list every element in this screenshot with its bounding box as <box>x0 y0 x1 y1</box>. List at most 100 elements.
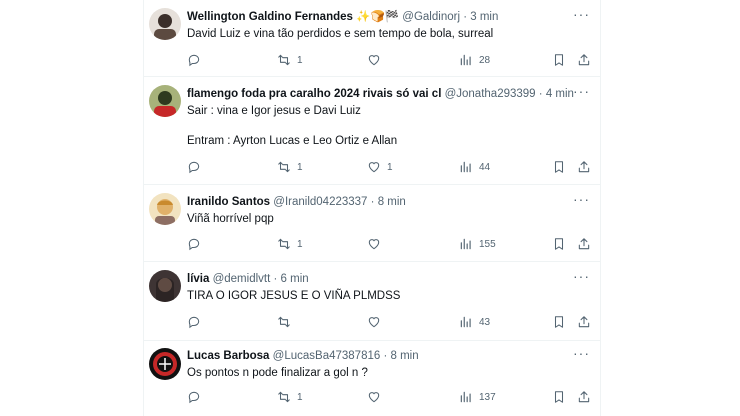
bookmark-icon <box>554 316 564 328</box>
reply-icon <box>188 391 200 404</box>
reply-icon <box>188 238 200 251</box>
more-icon[interactable]: ··· <box>573 345 590 361</box>
tweet[interactable]: Wellington Galdino Fernandes ✨🍞🏁 @Galdin… <box>144 0 600 77</box>
retweet-button[interactable] <box>277 314 297 330</box>
author-handle[interactable]: @Galdinorj <box>402 11 460 23</box>
retweet-icon <box>278 391 290 403</box>
author-name[interactable]: flamengo foda pra caralho 2024 rivais só… <box>187 88 441 100</box>
separator-dot: · <box>383 350 388 362</box>
views-button[interactable]: 28 <box>459 52 490 68</box>
tweet-header: Wellington Galdino Fernandes ✨🍞🏁 @Galdin… <box>187 10 498 24</box>
views-count: 155 <box>479 238 496 250</box>
action-bar: 43 <box>187 314 597 330</box>
bookmark-button[interactable] <box>552 389 566 405</box>
avatar[interactable] <box>149 85 181 117</box>
like-button[interactable] <box>367 236 387 252</box>
more-icon[interactable]: ··· <box>573 191 590 207</box>
share-icon <box>578 238 590 250</box>
author-handle[interactable]: @Iranild04223337 <box>273 196 367 208</box>
tweet-header: flamengo foda pra caralho 2024 rivais só… <box>187 87 574 101</box>
author-name[interactable]: Wellington Galdino Fernandes <box>187 11 353 23</box>
reply-button[interactable] <box>187 159 201 175</box>
retweet-icon <box>278 54 290 66</box>
reply-button[interactable] <box>187 314 201 330</box>
tweet-header: Lucas Barbosa @LucasBa47387816 · 8 min <box>187 349 419 363</box>
retweet-button[interactable]: 1 <box>277 159 303 175</box>
views-button[interactable]: 155 <box>459 236 496 252</box>
tweet[interactable]: lívia @demidlvtt · 6 min ··· TIRA O IGOR… <box>144 262 600 341</box>
timestamp[interactable]: 8 min <box>391 350 419 362</box>
author-handle[interactable]: @LucasBa47387816 <box>273 350 381 362</box>
views-count: 44 <box>479 161 491 173</box>
retweet-icon <box>278 316 290 328</box>
timestamp[interactable]: 6 min <box>281 273 309 285</box>
author-name[interactable]: Lucas Barbosa <box>187 350 269 362</box>
tweet-text: David Luiz e vina tão perdidos e sem tem… <box>187 28 494 40</box>
bookmark-icon <box>554 161 564 173</box>
timeline-feed: Wellington Galdino Fernandes ✨🍞🏁 @Galdin… <box>143 0 601 416</box>
bookmark-button[interactable] <box>552 52 566 68</box>
tweet[interactable]: Lucas Barbosa @LucasBa47387816 · 8 min ·… <box>144 341 600 416</box>
avatar[interactable] <box>149 193 181 225</box>
tweet-text: TIRA O IGOR JESUS E O VIÑA PLMDSS <box>187 290 401 302</box>
bookmark-button[interactable] <box>552 314 566 330</box>
retweet-count: 1 <box>297 391 303 403</box>
retweet-count: 1 <box>297 161 303 173</box>
share-button[interactable] <box>577 389 591 405</box>
views-icon <box>460 238 471 250</box>
avatar[interactable] <box>149 348 181 380</box>
bookmark-icon <box>554 391 564 403</box>
retweet-button[interactable]: 1 <box>277 389 303 405</box>
retweet-button[interactable]: 1 <box>277 236 303 252</box>
heart-icon <box>368 239 380 250</box>
views-button[interactable]: 137 <box>459 389 496 405</box>
share-button[interactable] <box>577 236 591 252</box>
avatar[interactable] <box>149 270 181 302</box>
reply-button[interactable] <box>187 389 201 405</box>
like-button[interactable] <box>367 389 387 405</box>
author-name[interactable]: Iranildo Santos <box>187 196 270 208</box>
timestamp[interactable]: 4 min <box>546 88 574 100</box>
more-icon[interactable]: ··· <box>573 83 590 99</box>
retweet-icon <box>278 161 290 173</box>
separator-dot: · <box>463 11 468 23</box>
reply-icon <box>188 54 200 67</box>
tweet-text: Os pontos n pode finalizar a gol n ? <box>187 367 368 379</box>
views-icon <box>460 161 471 173</box>
tweet-text: Viñã horrível pqp <box>187 213 274 225</box>
share-button[interactable] <box>577 314 591 330</box>
action-bar: 1 137 <box>187 389 597 405</box>
views-icon <box>460 316 471 328</box>
reply-icon <box>188 161 200 174</box>
avatar[interactable] <box>149 8 181 40</box>
separator-dot: · <box>538 88 543 100</box>
share-button[interactable] <box>577 159 591 175</box>
share-button[interactable] <box>577 52 591 68</box>
like-button[interactable] <box>367 314 387 330</box>
author-handle[interactable]: @demidlvtt <box>213 273 271 285</box>
views-button[interactable]: 43 <box>459 314 490 330</box>
timestamp[interactable]: 3 min <box>470 11 498 23</box>
tweet-header: Iranildo Santos @Iranild04223337 · 8 min <box>187 195 406 209</box>
tweet[interactable]: Iranildo Santos @Iranild04223337 · 8 min… <box>144 185 600 262</box>
bookmark-button[interactable] <box>552 236 566 252</box>
heart-icon <box>368 55 380 66</box>
action-bar: 1 28 <box>187 52 597 68</box>
bookmark-button[interactable] <box>552 159 566 175</box>
bookmark-icon <box>554 238 564 250</box>
author-handle[interactable]: @Jonatha293399 <box>445 88 536 100</box>
author-name[interactable]: lívia <box>187 273 209 285</box>
more-icon[interactable]: ··· <box>573 268 590 284</box>
views-icon <box>460 54 471 66</box>
timestamp[interactable]: 8 min <box>378 196 406 208</box>
like-button[interactable] <box>367 52 387 68</box>
tweet[interactable]: flamengo foda pra caralho 2024 rivais só… <box>144 77 600 185</box>
like-button[interactable]: 1 <box>367 159 393 175</box>
reply-button[interactable] <box>187 52 201 68</box>
action-bar: 1 1 44 <box>187 159 597 175</box>
retweet-button[interactable]: 1 <box>277 52 303 68</box>
more-icon[interactable]: ··· <box>573 6 590 22</box>
reply-button[interactable] <box>187 236 201 252</box>
views-button[interactable]: 44 <box>459 159 490 175</box>
heart-icon <box>368 317 380 328</box>
